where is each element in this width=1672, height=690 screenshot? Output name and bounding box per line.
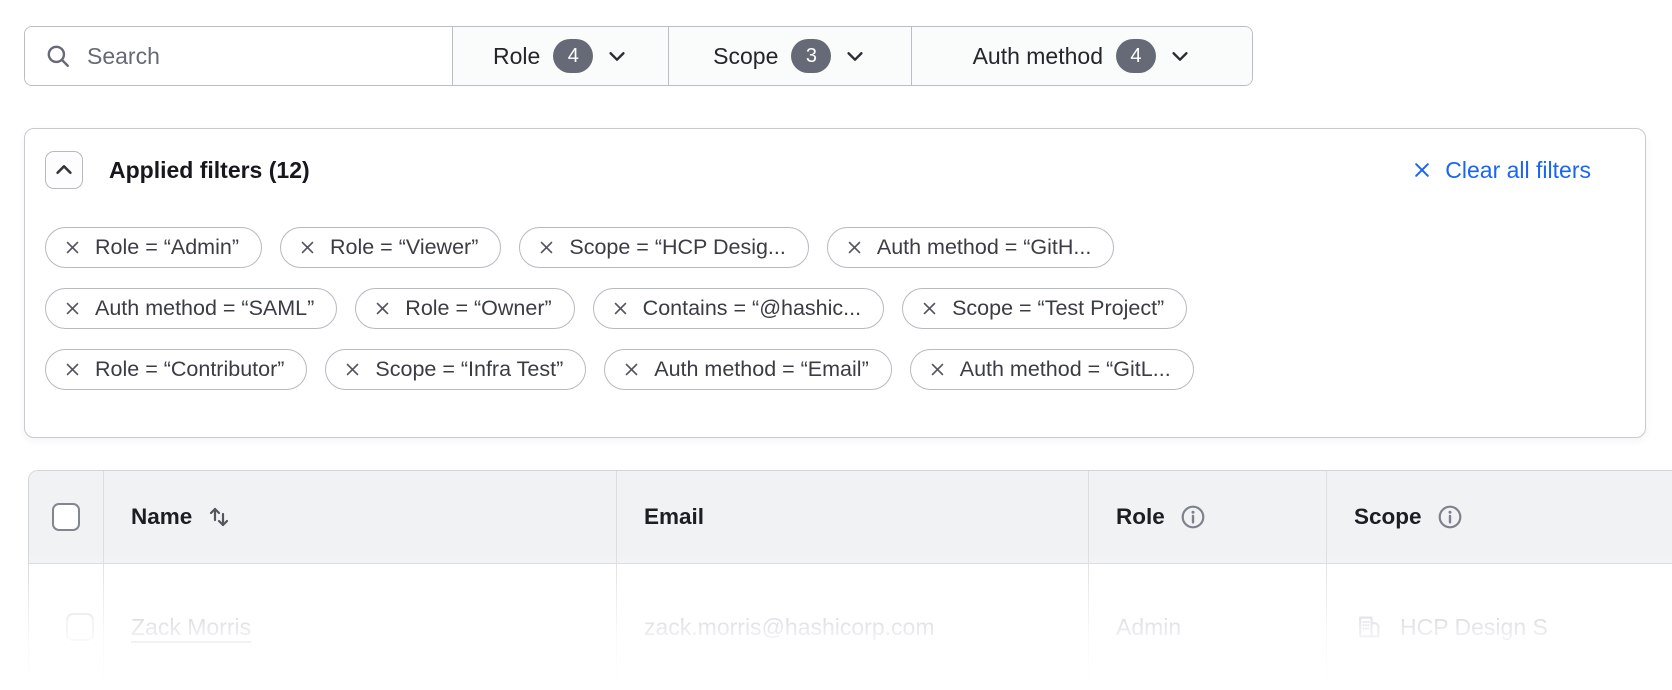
filter-pill[interactable]: Auth method = “GitL... bbox=[910, 349, 1194, 390]
filter-pill[interactable]: Scope = “HCP Desig... bbox=[519, 227, 809, 268]
filter-pill[interactable]: Role = “Viewer” bbox=[280, 227, 501, 268]
user-email: zack.morris@hashicorp.com bbox=[644, 614, 934, 641]
filter-pill[interactable]: Scope = “Test Project” bbox=[902, 288, 1187, 329]
search-box[interactable] bbox=[25, 27, 452, 85]
remove-filter-icon[interactable] bbox=[612, 300, 629, 317]
column-header-name: Name bbox=[103, 471, 616, 563]
column-header-role: Role bbox=[1088, 471, 1326, 563]
role-filter-count-badge: 4 bbox=[553, 39, 593, 73]
filter-pill[interactable]: Role = “Admin” bbox=[45, 227, 262, 268]
filter-pills-area: Role = “Admin” Role = “Viewer” Scope = “… bbox=[25, 227, 1645, 390]
collapse-filters-button[interactable] bbox=[45, 151, 83, 189]
remove-filter-icon[interactable] bbox=[64, 239, 81, 256]
column-header-name-label: Name bbox=[131, 504, 192, 530]
row-name-cell: Zack Morris bbox=[103, 564, 616, 690]
filter-pill-label: Auth method = “GitL... bbox=[960, 357, 1171, 382]
clear-x-icon bbox=[1412, 160, 1432, 180]
filter-pill[interactable]: Role = “Contributor” bbox=[45, 349, 307, 390]
user-role: Admin bbox=[1116, 614, 1181, 641]
clear-all-filters-label: Clear all filters bbox=[1445, 157, 1591, 184]
filter-toolbar: Role 4 Scope 3 Auth method 4 bbox=[24, 26, 1253, 86]
filter-pill-label: Auth method = “GitH... bbox=[877, 235, 1092, 260]
auth-method-filter-count-badge: 4 bbox=[1116, 39, 1156, 73]
remove-filter-icon[interactable] bbox=[344, 361, 361, 378]
filter-pill[interactable]: Contains = “@hashic... bbox=[593, 288, 884, 329]
chevron-down-icon bbox=[1169, 45, 1191, 67]
filter-pill-label: Auth method = “Email” bbox=[654, 357, 869, 382]
search-input[interactable] bbox=[87, 43, 452, 70]
role-filter-dropdown[interactable]: Role 4 bbox=[452, 27, 668, 85]
filter-pill-label: Scope = “HCP Desig... bbox=[569, 235, 786, 260]
row-email-cell: zack.morris@hashicorp.com bbox=[616, 564, 1088, 690]
scope-filter-dropdown[interactable]: Scope 3 bbox=[668, 27, 911, 85]
select-all-checkbox[interactable] bbox=[52, 503, 80, 531]
applied-filters-header: Applied filters (12) Clear all filters bbox=[25, 129, 1645, 189]
filter-pill[interactable]: Role = “Owner” bbox=[355, 288, 574, 329]
remove-filter-icon[interactable] bbox=[538, 239, 555, 256]
info-icon[interactable] bbox=[1437, 504, 1463, 530]
scope-filter-label: Scope bbox=[713, 43, 778, 70]
filter-pill-label: Role = “Viewer” bbox=[330, 235, 478, 260]
search-icon bbox=[45, 43, 71, 69]
chevron-down-icon bbox=[844, 45, 866, 67]
filter-pill-label: Role = “Owner” bbox=[405, 296, 551, 321]
column-header-role-label: Role bbox=[1116, 504, 1165, 530]
table-row: Zack Morris zack.morris@hashicorp.com Ad… bbox=[29, 564, 1672, 690]
filter-pill-label: Role = “Admin” bbox=[95, 235, 239, 260]
remove-filter-icon[interactable] bbox=[929, 361, 946, 378]
auth-method-filter-dropdown[interactable]: Auth method 4 bbox=[911, 27, 1252, 85]
filter-pill-label: Role = “Contributor” bbox=[95, 357, 284, 382]
filter-pill-label: Contains = “@hashic... bbox=[643, 296, 861, 321]
auth-method-filter-label: Auth method bbox=[973, 43, 1103, 70]
remove-filter-icon[interactable] bbox=[64, 300, 81, 317]
remove-filter-icon[interactable] bbox=[623, 361, 640, 378]
org-icon bbox=[1354, 612, 1384, 642]
applied-filters-title: Applied filters (12) bbox=[109, 157, 310, 184]
applied-filters-panel: Applied filters (12) Clear all filters R… bbox=[24, 128, 1646, 438]
column-header-email: Email bbox=[616, 471, 1088, 563]
remove-filter-icon[interactable] bbox=[921, 300, 938, 317]
user-scope: HCP Design S bbox=[1400, 614, 1548, 641]
table-header-row: Name Email Role Scope bbox=[29, 471, 1672, 564]
user-name-link[interactable]: Zack Morris bbox=[131, 614, 251, 641]
info-icon[interactable] bbox=[1180, 504, 1206, 530]
remove-filter-icon[interactable] bbox=[299, 239, 316, 256]
filter-pill-label: Auth method = “SAML” bbox=[95, 296, 314, 321]
remove-filter-icon[interactable] bbox=[64, 361, 81, 378]
header-checkbox-cell bbox=[29, 471, 103, 563]
remove-filter-icon[interactable] bbox=[846, 239, 863, 256]
filter-pill[interactable]: Scope = “Infra Test” bbox=[325, 349, 586, 390]
filter-pill-label: Scope = “Infra Test” bbox=[375, 357, 563, 382]
column-header-scope-label: Scope bbox=[1354, 504, 1422, 530]
filter-pill[interactable]: Auth method = “SAML” bbox=[45, 288, 337, 329]
chevron-down-icon bbox=[606, 45, 628, 67]
row-scope-cell: HCP Design S bbox=[1326, 564, 1672, 690]
remove-filter-icon[interactable] bbox=[374, 300, 391, 317]
clear-all-filters-link[interactable]: Clear all filters bbox=[1412, 157, 1591, 184]
row-role-cell: Admin bbox=[1088, 564, 1326, 690]
column-header-scope: Scope bbox=[1326, 471, 1672, 563]
row-checkbox[interactable] bbox=[66, 613, 94, 641]
filter-pill-label: Scope = “Test Project” bbox=[952, 296, 1164, 321]
role-filter-label: Role bbox=[493, 43, 540, 70]
filter-pill[interactable]: Auth method = “GitH... bbox=[827, 227, 1115, 268]
users-table: Name Email Role Scope Zack Morris zack.m… bbox=[28, 470, 1672, 690]
chevron-up-icon bbox=[53, 159, 75, 181]
sort-icon[interactable] bbox=[207, 504, 231, 530]
filter-pill[interactable]: Auth method = “Email” bbox=[604, 349, 892, 390]
scope-filter-count-badge: 3 bbox=[791, 39, 831, 73]
row-checkbox-cell bbox=[29, 564, 103, 690]
column-header-email-label: Email bbox=[644, 504, 704, 530]
